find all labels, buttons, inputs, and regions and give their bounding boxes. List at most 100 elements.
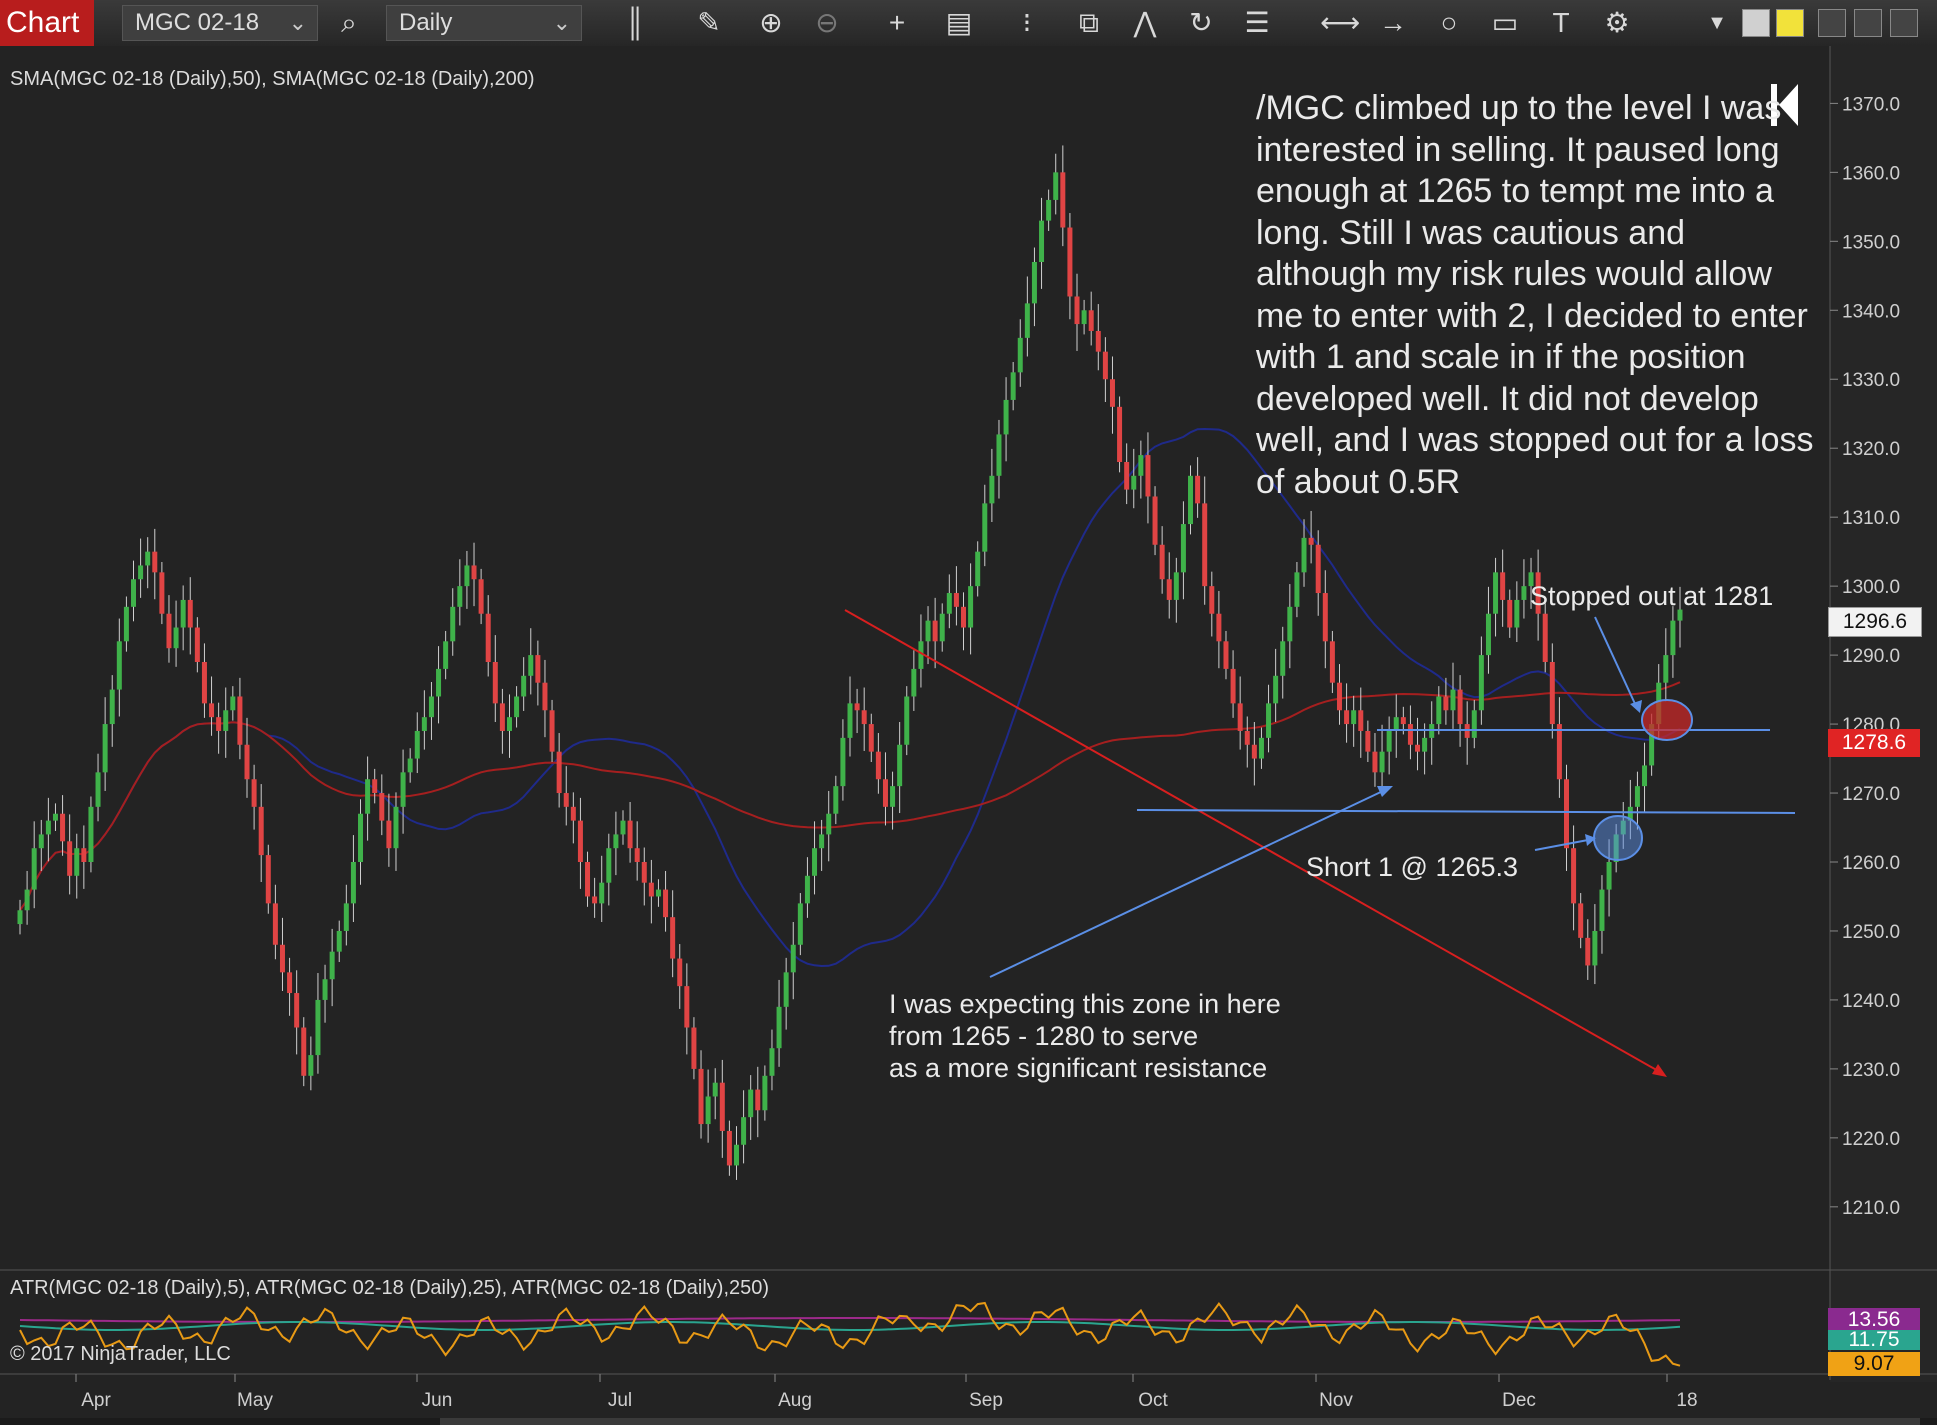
candle-body (1237, 703, 1243, 731)
grid-icon[interactable]: ⁝ (1010, 6, 1044, 40)
time-tick-label: May (237, 1390, 273, 1411)
candle-body (819, 834, 825, 849)
candle-body (38, 834, 44, 849)
text-icon[interactable]: T (1544, 6, 1578, 40)
toolbar: Chart MGC 02-18 ⌄ ⌕ Daily ⌄ ║ ✎ ⊕ ⊖ + ▤ … (0, 0, 1937, 47)
minimize-icon[interactable] (1818, 9, 1846, 37)
price-tick-label: 1270.0 (1842, 784, 1900, 805)
candle-body (769, 1048, 775, 1076)
candle-body (634, 848, 640, 862)
candle-body (1606, 862, 1612, 890)
line-icon[interactable]: ⟷ (1320, 6, 1360, 40)
candle-body (975, 551, 981, 587)
chevron-down-icon: ⌄ (552, 10, 571, 35)
candle-body (1322, 593, 1328, 642)
refresh-icon[interactable]: ↻ (1184, 6, 1218, 40)
candle-body (1152, 496, 1158, 545)
drawing-tool-icon[interactable]: ⋀ (1128, 6, 1162, 40)
properties-icon[interactable]: ⚙ (1600, 6, 1634, 40)
candle-body (60, 813, 66, 842)
annotation-zone-3[interactable]: as a more significant resistance (889, 1052, 1267, 1084)
candle-body (1436, 696, 1442, 725)
annotation-stopped[interactable]: Stopped out at 1281 (1530, 580, 1773, 612)
crosshair-icon[interactable]: + (880, 6, 914, 40)
candle-body (322, 979, 328, 1000)
maximize-icon[interactable] (1854, 9, 1882, 37)
candle-body (1010, 372, 1016, 400)
annotation-short[interactable]: Short 1 @ 1265.3 (1306, 851, 1518, 883)
arrow-icon[interactable]: → (1376, 6, 1410, 40)
candle-body (1202, 503, 1208, 587)
annotation-zone-1[interactable]: I was expecting this zone in here (889, 988, 1281, 1020)
instrument-selector[interactable]: MGC 02-18 ⌄ (122, 5, 318, 41)
ellipse-icon[interactable]: ○ (1432, 6, 1466, 40)
candle-body (478, 579, 484, 614)
candle-body (1578, 903, 1584, 938)
candle-body (407, 758, 413, 773)
candle-body (684, 986, 690, 1028)
color-swatch-yellow[interactable] (1776, 9, 1804, 37)
candle-body (138, 565, 144, 580)
candle-body (620, 820, 626, 835)
rectangle-icon[interactable]: ▭ (1488, 6, 1522, 40)
candle-body (301, 1027, 307, 1076)
candle-body (1663, 655, 1669, 683)
candle-body (1308, 537, 1314, 545)
color-swatch-gray[interactable] (1742, 9, 1770, 37)
scrollbar-thumb[interactable] (440, 1418, 1920, 1425)
candle-body (953, 593, 959, 607)
candle-body (216, 717, 222, 731)
candle-body (1117, 406, 1123, 462)
candle-body (436, 668, 442, 697)
candle-body (1258, 737, 1264, 759)
candle-body (1556, 724, 1562, 780)
candle-body (542, 682, 548, 711)
candle-body (1067, 227, 1073, 297)
tab-chart[interactable]: Chart (0, 0, 94, 46)
search-icon[interactable]: ⌕ (332, 6, 366, 40)
candle-body (1223, 641, 1229, 669)
pencil-icon[interactable]: ✎ (692, 6, 726, 40)
candle-body (421, 717, 427, 731)
zoom-out-icon[interactable]: ⊖ (810, 6, 844, 40)
candle-body (336, 930, 342, 952)
candle-body (1549, 662, 1555, 725)
candle-body (812, 848, 818, 876)
candle-body (1166, 579, 1172, 600)
candle-body (1024, 303, 1030, 338)
candle-body (655, 889, 661, 897)
candle-body (1230, 668, 1236, 704)
candle-body (379, 793, 385, 821)
candle-body (102, 724, 108, 773)
interval-selector[interactable]: Daily ⌄ (386, 5, 582, 41)
candle-body (443, 641, 449, 669)
candle-body (1216, 613, 1222, 642)
data-box-icon[interactable]: ▤ (942, 6, 976, 40)
candle-body (1372, 751, 1378, 773)
time-tick-label: Oct (1138, 1390, 1168, 1411)
candle-body (1478, 655, 1484, 711)
price-tick-label: 1360.0 (1842, 163, 1900, 184)
zoom-in-icon[interactable]: ⊕ (754, 6, 788, 40)
list-icon[interactable]: ☰ (1240, 6, 1274, 40)
candle-body (1017, 337, 1023, 373)
close-icon[interactable] (1890, 9, 1918, 37)
candle-body (556, 751, 562, 794)
instrument-value: MGC 02-18 (135, 9, 260, 36)
dropdown-icon[interactable]: ▼ (1700, 6, 1734, 40)
annotation-zone-2[interactable]: from 1265 - 1280 to serve (889, 1020, 1198, 1052)
bar-chart-icon[interactable]: ║ (618, 6, 652, 40)
candle-body (201, 662, 207, 704)
candle-body (166, 613, 172, 649)
candle-body (719, 1082, 725, 1131)
candle-body (733, 1144, 739, 1166)
candle-body (180, 599, 186, 628)
object-tree-icon[interactable]: ⧉ (1072, 6, 1106, 40)
candle-body (627, 820, 633, 849)
candle-body (159, 572, 165, 614)
time-tick-label: Jun (422, 1390, 453, 1411)
time-tick-label: 18 (1676, 1390, 1697, 1411)
candle-body (492, 662, 498, 704)
candle-body (1500, 572, 1506, 600)
annotation-main-text[interactable]: /MGC climbed up to the level I was inter… (1256, 88, 1816, 503)
